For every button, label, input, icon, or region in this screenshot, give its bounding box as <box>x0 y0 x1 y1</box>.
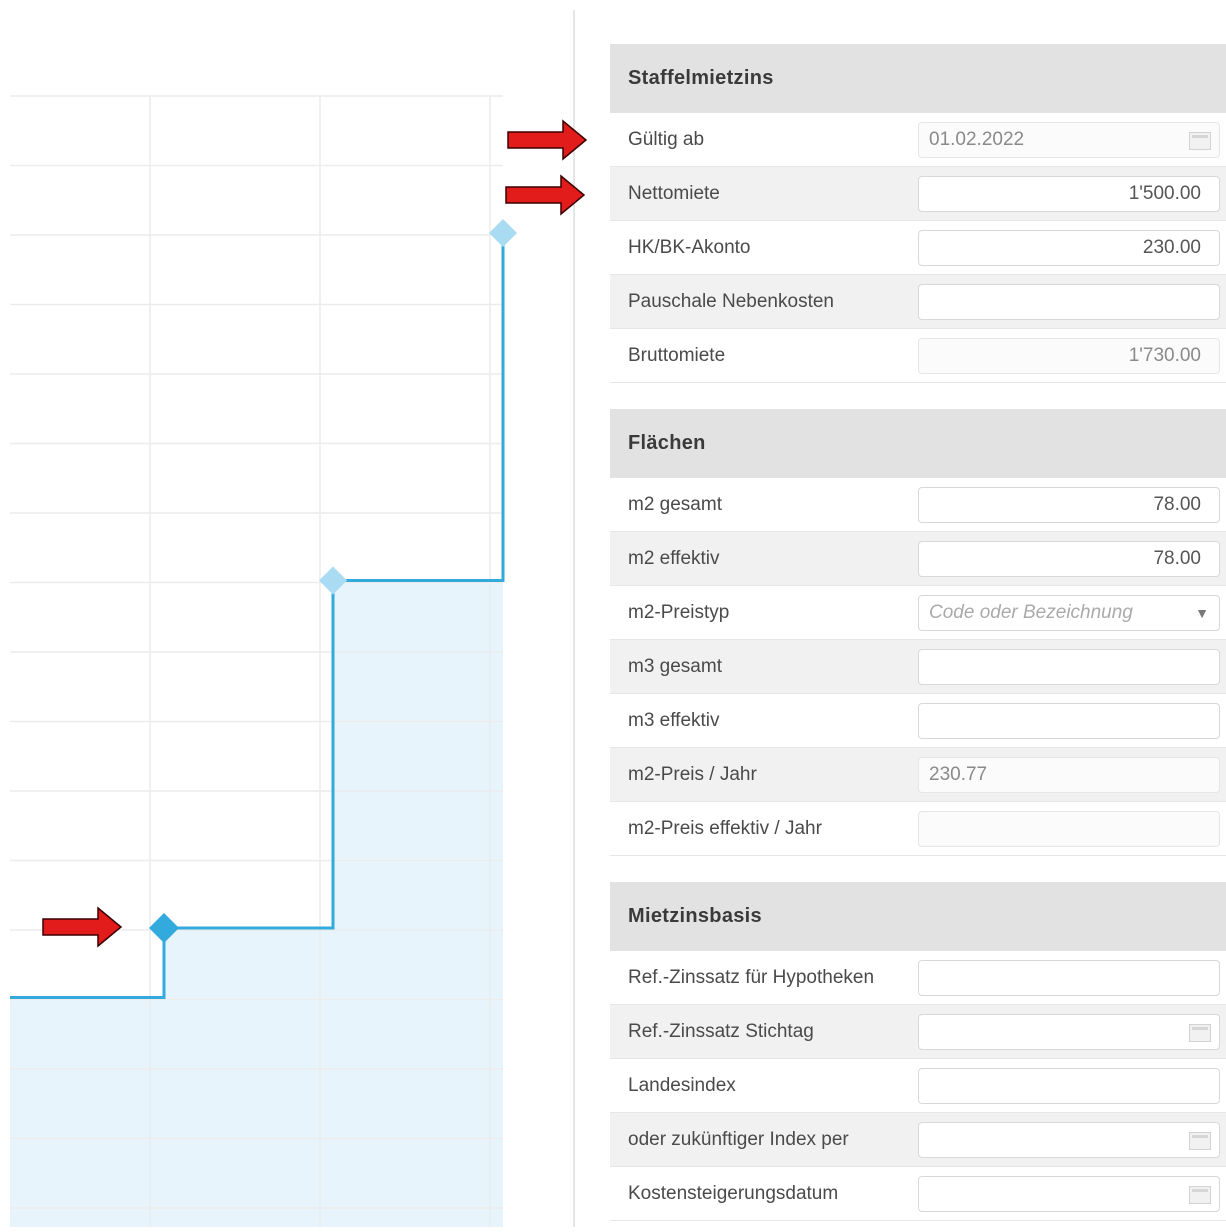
rent-details-panel: Staffelmietzins Gültig ab 01.02.2022 Nettom… <box>610 44 1226 1221</box>
input-m3-effektiv[interactable] <box>918 702 1220 739</box>
field-label: Bruttomiete <box>628 344 726 366</box>
field-label: Gültig ab <box>628 128 705 150</box>
section-header-mietzinsbasis: Mietzinsbasis <box>610 882 1226 951</box>
panel-divider <box>573 10 575 1227</box>
input-m2-effektiv[interactable]: 78.00 <box>918 540 1220 577</box>
field-label: Landesindex <box>628 1074 736 1096</box>
form-row-bruttomiete: Bruttomiete 1'730.00 <box>610 329 1226 383</box>
field-label: m2 effektiv <box>628 547 720 569</box>
input-kostensteigerungsdatum[interactable] <box>918 1175 1220 1212</box>
field-value: 01.02.2022 <box>929 128 1025 150</box>
input-m3-gesamt[interactable] <box>918 648 1220 685</box>
field-label: Ref.-Zinssatz Stichtag <box>628 1020 814 1042</box>
data-point-marker <box>489 219 517 247</box>
form-row-landesindex: Landesindex <box>610 1059 1226 1113</box>
input-ref-zinssatz-für-hypotheken[interactable] <box>918 959 1220 996</box>
series-area-fill <box>10 233 503 1227</box>
input-ref-zinssatz-stichtag[interactable] <box>918 1013 1220 1050</box>
select-m2-preistyp[interactable]: Code oder Bezeichnung ▼ <box>918 594 1220 631</box>
field-label: m2-Preis effektiv / Jahr <box>628 817 822 839</box>
field-label: Pauschale Nebenkosten <box>628 290 834 312</box>
input-m2-preis-jahr: 230.77 <box>918 756 1220 793</box>
input-m2-gesamt[interactable]: 78.00 <box>918 486 1220 523</box>
input-bruttomiete: 1'730.00 <box>918 337 1220 374</box>
input-hk-bk-akonto[interactable]: 230.00 <box>918 229 1220 266</box>
field-value: 1'730.00 <box>1128 344 1201 366</box>
chevron-down-icon[interactable]: ▼ <box>1195 605 1209 621</box>
field-value: 1'500.00 <box>1128 182 1201 204</box>
form-row-ref-zinssatz-stichtag: Ref.-Zinssatz Stichtag <box>610 1005 1226 1059</box>
rent-step-chart-svg <box>10 95 517 1227</box>
field-value: 230.00 <box>1142 236 1201 258</box>
rent-step-chart <box>0 0 575 1227</box>
form-row-kostensteigerungsdatum: Kostensteigerungsdatum <box>610 1167 1226 1221</box>
form-row-m3-effektiv: m3 effektiv <box>610 694 1226 748</box>
form-row-m2-preis-effektiv-jahr: m2-Preis effektiv / Jahr <box>610 802 1226 856</box>
field-value: 230.77 <box>929 763 988 785</box>
form-row-ref-zinssatz-für-hypotheken: Ref.-Zinssatz für Hypotheken <box>610 951 1226 1005</box>
calendar-icon[interactable] <box>1189 1185 1211 1204</box>
field-label: Kostensteigerungsdatum <box>628 1182 839 1204</box>
field-label: m3 effektiv <box>628 709 720 731</box>
field-label: oder zukünftiger Index per <box>628 1128 849 1150</box>
form-row-m2-gesamt: m2 gesamt 78.00 <box>610 478 1226 532</box>
form-row-pauschale-nebenkosten: Pauschale Nebenkosten <box>610 275 1226 329</box>
form-row-nettomiete: Nettomiete 1'500.00 <box>610 167 1226 221</box>
field-label: m2-Preis / Jahr <box>628 763 757 785</box>
input-m2-preis-effektiv-jahr <box>918 810 1220 847</box>
calendar-icon[interactable] <box>1189 131 1211 150</box>
field-label: m2 gesamt <box>628 493 722 515</box>
field-placeholder: Code oder Bezeichnung <box>929 601 1133 623</box>
form-row-gültig-ab: Gültig ab 01.02.2022 <box>610 113 1226 167</box>
section-header-staffelmietzins: Staffelmietzins <box>610 44 1226 113</box>
field-value: 78.00 <box>1153 547 1201 569</box>
form-row-oder-zukünftiger-index-per: oder zukünftiger Index per <box>610 1113 1226 1167</box>
field-label: HK/BK-Akonto <box>628 236 751 258</box>
calendar-icon[interactable] <box>1189 1131 1211 1150</box>
input-oder-zukünftiger-index-per[interactable] <box>918 1121 1220 1158</box>
form-row-hk-bk-akonto: HK/BK-Akonto 230.00 <box>610 221 1226 275</box>
input-landesindex[interactable] <box>918 1067 1220 1104</box>
input-nettomiete[interactable]: 1'500.00 <box>918 175 1220 212</box>
form-row-m2-effektiv: m2 effektiv 78.00 <box>610 532 1226 586</box>
field-label: Ref.-Zinssatz für Hypotheken <box>628 966 875 988</box>
form-row-m2-preistyp: m2-Preistyp Code oder Bezeichnung ▼ <box>610 586 1226 640</box>
form-row-m2-preis-jahr: m2-Preis / Jahr 230.77 <box>610 748 1226 802</box>
field-value: 78.00 <box>1153 493 1201 515</box>
field-label: m2-Preistyp <box>628 601 730 623</box>
field-label: m3 gesamt <box>628 655 722 677</box>
calendar-icon[interactable] <box>1189 1023 1211 1042</box>
form-row-m3-gesamt: m3 gesamt <box>610 640 1226 694</box>
input-pauschale-nebenkosten[interactable] <box>918 283 1220 320</box>
field-label: Nettomiete <box>628 182 720 204</box>
section-header-flächen: Flächen <box>610 409 1226 478</box>
input-gültig-ab: 01.02.2022 <box>918 121 1220 158</box>
